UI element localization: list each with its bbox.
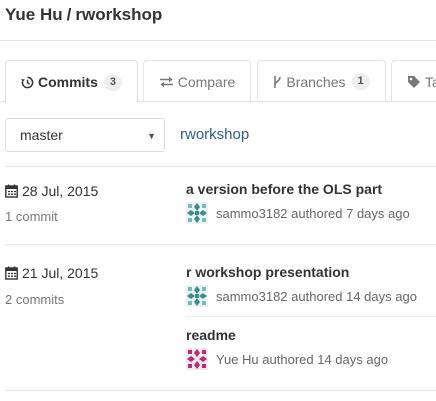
commit-time: authored 14 days ago (262, 351, 389, 367)
commit-title-link[interactable]: readme (186, 327, 236, 343)
repo-name[interactable]: rworkshop (75, 5, 162, 24)
tab-tags[interactable]: Ta (391, 60, 436, 102)
commit-title-link[interactable]: r workshop presentation (186, 264, 349, 280)
tab-label: Commits (37, 74, 98, 90)
tab-branches[interactable]: Branches 1 (257, 60, 386, 102)
calendar-icon (5, 266, 18, 280)
commit-divider (186, 316, 436, 317)
day-divider (5, 166, 436, 167)
branches-count-badge: 1 (351, 73, 370, 90)
calendar-icon (5, 184, 18, 198)
day-date-text: 21 Jul, 2015 (22, 265, 99, 281)
commits-page: Yue Hu / rworkshop Commits 3 Compare Branc… (0, 0, 436, 401)
avatar[interactable] (186, 348, 208, 370)
tab-label: Ta (425, 73, 436, 90)
tab-bar: Commits 3 Compare Branches 1 Ta (0, 60, 436, 103)
compare-arrows-icon (159, 76, 174, 88)
commit-meta: Yue Hu authored 14 days ago (186, 348, 388, 370)
tab-compare[interactable]: Compare (143, 60, 251, 102)
history-icon (21, 76, 34, 89)
day-divider (5, 244, 436, 245)
repo-path-link[interactable]: rworkshop (180, 126, 249, 143)
avatar[interactable] (186, 202, 208, 224)
commit-author[interactable]: Yue Hu (216, 352, 259, 367)
day-commit-count: 1 commit (5, 209, 58, 224)
tab-commits[interactable]: Commits 3 (5, 60, 138, 103)
commit-meta: sammo3182 authored 7 days ago (186, 202, 410, 224)
day-commit-count: 2 commits (5, 292, 65, 307)
commits-count-badge: 3 (103, 73, 123, 91)
commit-author[interactable]: sammo3182 (216, 289, 288, 304)
commit-title-link[interactable]: a version before the OLS part (186, 181, 382, 197)
caret-down-icon: ▼ (147, 131, 156, 141)
avatar[interactable] (186, 285, 208, 307)
commit-time: authored 14 days ago (291, 288, 417, 304)
day-divider (5, 390, 436, 391)
owner-name[interactable]: Yue Hu (5, 5, 63, 24)
commit-time: authored 7 days ago (291, 205, 410, 221)
commit-author[interactable]: sammo3182 (216, 206, 288, 221)
tab-label: Branches (286, 73, 346, 90)
branch-select[interactable]: master ▼ (5, 118, 165, 152)
tag-icon (407, 75, 421, 89)
branch-icon (273, 75, 282, 89)
header-divider (0, 40, 436, 41)
day-date: 28 Jul, 2015 (5, 183, 98, 199)
branch-select-value: master (20, 127, 63, 143)
day-date: 21 Jul, 2015 (5, 265, 98, 281)
commit-meta: sammo3182 authored 14 days ago (186, 285, 417, 307)
page-title: Yue Hu / rworkshop (5, 5, 162, 25)
day-date-text: 28 Jul, 2015 (22, 183, 99, 199)
tab-label: Compare (177, 73, 236, 90)
title-separator: / (66, 5, 72, 24)
